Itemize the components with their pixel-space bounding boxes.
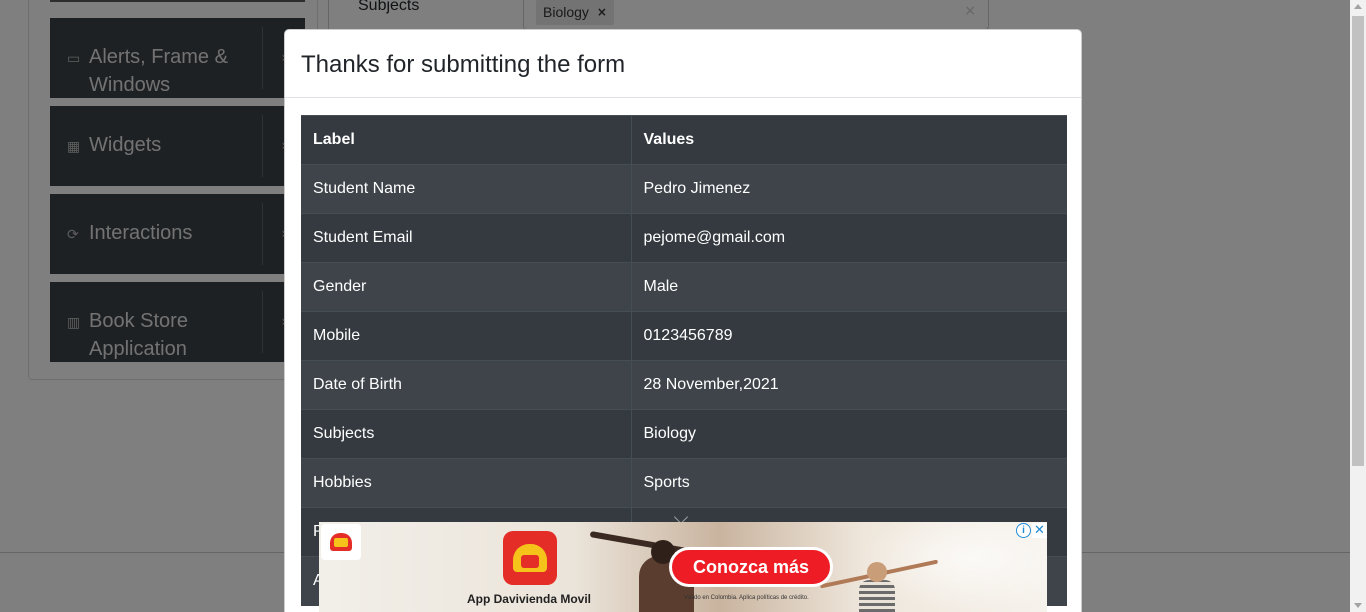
- row-label: Subjects: [301, 409, 632, 459]
- row-label: Student Name: [301, 164, 632, 214]
- header-label: Label: [301, 115, 632, 165]
- scroll-up-arrow-icon[interactable]: [1354, 4, 1362, 9]
- row-value: Pedro Jimenez: [631, 164, 1067, 214]
- table-row: Subjects Biology: [301, 409, 1067, 459]
- scrollbar-thumb[interactable]: [1352, 16, 1364, 466]
- row-label: Hobbies: [301, 458, 632, 508]
- table-row: Student Email pejome@gmail.com: [301, 213, 1067, 263]
- row-label: Mobile: [301, 311, 632, 361]
- row-label: Student Email: [301, 213, 632, 263]
- row-value: 0123456789: [631, 311, 1067, 361]
- row-label: Gender: [301, 262, 632, 312]
- ad-banner[interactable]: App Davivienda Movil Conozca más Válido …: [319, 522, 1047, 612]
- row-value: pejome@gmail.com: [631, 213, 1067, 263]
- ad-fine-print: Válido en Colombia. Aplica políticas de …: [684, 595, 809, 601]
- row-value: Male: [631, 262, 1067, 312]
- table-row: Hobbies Sports: [301, 458, 1067, 508]
- modal-header: Thanks for submitting the form: [285, 30, 1081, 98]
- app-house-icon: [503, 531, 557, 585]
- adchoices-info-icon[interactable]: i: [1016, 523, 1031, 538]
- header-values: Values: [631, 115, 1067, 165]
- ad-cta-button[interactable]: Conozca más: [669, 547, 833, 587]
- scrollbar[interactable]: [1350, 0, 1366, 612]
- davivienda-logo-icon: [321, 524, 361, 560]
- row-value: 28 November,2021: [631, 360, 1067, 410]
- row-value: Biology: [631, 409, 1067, 459]
- table-row: Date of Birth 28 November,2021: [301, 360, 1067, 410]
- row-value: Sports: [631, 458, 1067, 508]
- row-label: Date of Birth: [301, 360, 632, 410]
- modal-title: Thanks for submitting the form: [301, 51, 626, 78]
- table-row: Student Name Pedro Jimenez: [301, 164, 1067, 214]
- close-ad-icon[interactable]: ✕: [1032, 523, 1047, 538]
- table-row: Mobile 0123456789: [301, 311, 1067, 361]
- table-row: Gender Male: [301, 262, 1067, 312]
- table-header-row: Label Values: [301, 115, 1067, 165]
- ad-person-image: [819, 550, 939, 612]
- scroll-down-arrow-icon[interactable]: [1354, 603, 1362, 608]
- ad-app-name: App Davivienda Movil: [466, 592, 592, 606]
